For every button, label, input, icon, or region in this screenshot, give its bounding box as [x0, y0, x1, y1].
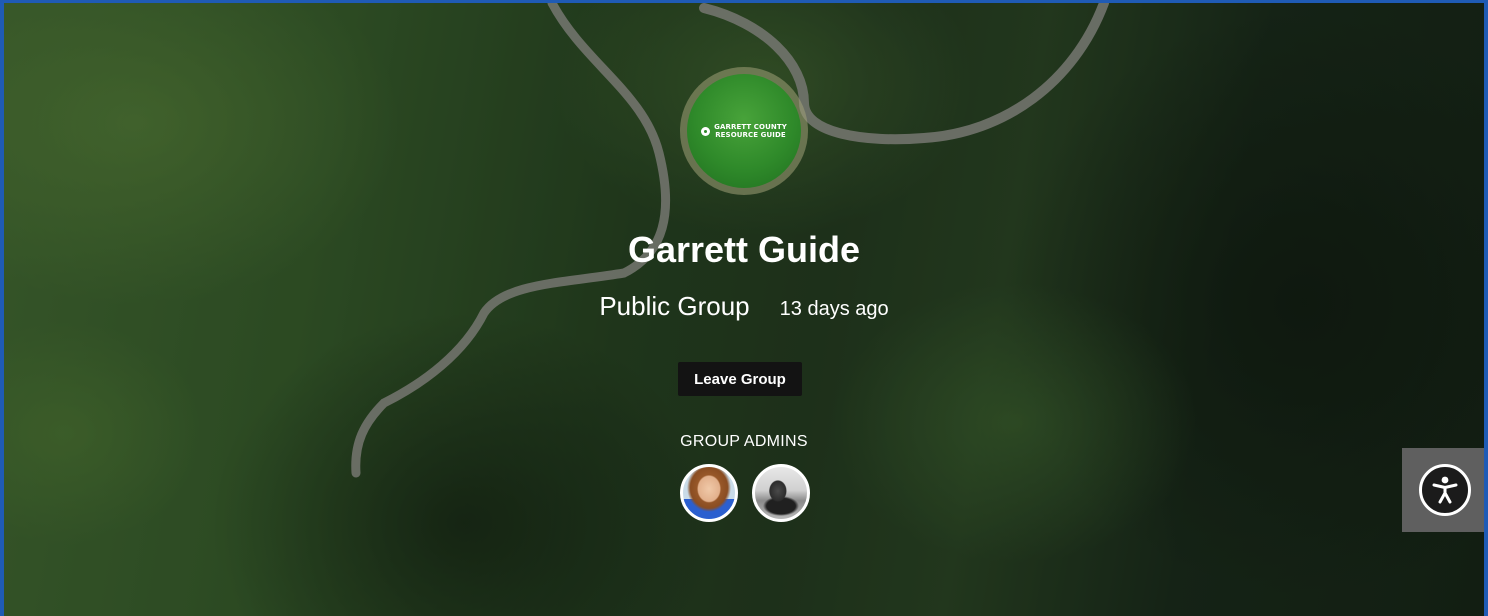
map-pin-icon: [701, 126, 711, 136]
logo-text: GARRETT COUNTY RESOURCE GUIDE: [714, 123, 787, 139]
logo-mark: GARRETT COUNTY RESOURCE GUIDE: [701, 123, 787, 139]
logo-text-line2: RESOURCE GUIDE: [715, 131, 786, 139]
group-meta: Public Group 13 days ago: [4, 291, 1484, 322]
group-type: Public Group: [599, 291, 750, 321]
group-admins-label: GROUP ADMINS: [680, 433, 808, 450]
leave-group-button[interactable]: Leave Group: [678, 362, 802, 396]
admin-avatar[interactable]: [680, 464, 738, 522]
group-title: Garrett Guide: [627, 229, 861, 270]
admin-avatar[interactable]: [752, 464, 810, 522]
logo-text-line1: GARRETT COUNTY: [714, 123, 787, 131]
accessibility-icon: [1419, 464, 1471, 516]
group-cover-frame: GARRETT COUNTY RESOURCE GUIDE Garrett Gu…: [0, 0, 1488, 616]
group-avatar: GARRETT COUNTY RESOURCE GUIDE: [680, 67, 808, 195]
accessibility-button[interactable]: [1402, 448, 1484, 532]
group-logo: GARRETT COUNTY RESOURCE GUIDE: [687, 74, 801, 188]
group-header: GARRETT COUNTY RESOURCE GUIDE Garrett Gu…: [4, 3, 1484, 616]
group-last-active: 13 days ago: [779, 298, 889, 320]
group-admins-list: [680, 464, 810, 522]
